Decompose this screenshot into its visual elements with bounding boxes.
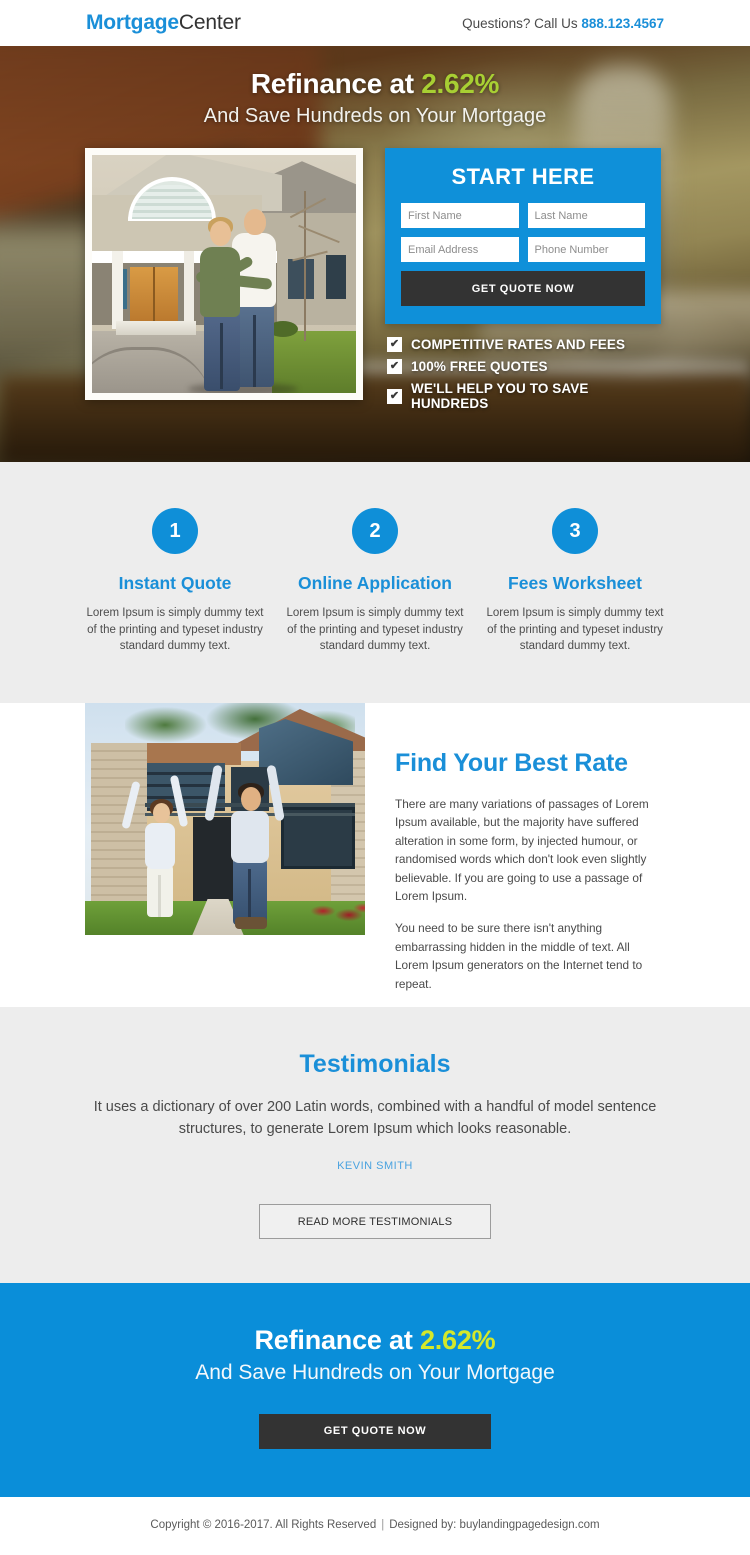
- email-input[interactable]: [401, 237, 519, 263]
- landing-page: MortgageCenter Questions? Call Us 888.12…: [0, 0, 750, 1555]
- footer-separator: |: [381, 1518, 385, 1531]
- step-title: Fees Worksheet: [508, 573, 642, 593]
- step-number-badge: 2: [352, 508, 398, 554]
- step-description: Lorem Ipsum is simply dummy text of the …: [86, 607, 264, 653]
- check-icon: ✔: [387, 359, 402, 375]
- bottom-get-quote-now-button[interactable]: GET QUOTE NOW: [259, 1413, 491, 1449]
- benefit-label: WE'LL HELP YOU TO SAVE HUNDREDS: [411, 381, 589, 412]
- site-footer: Copyright © 2016-2017. All Rights Reserv…: [0, 1496, 750, 1555]
- read-more-testimonials-button[interactable]: READ MORE TESTIMONIALS: [259, 1204, 491, 1240]
- bottom-cta-subheadline: And Save Hundreds on Your Mortgage: [195, 1361, 555, 1385]
- testimonials-section: Testimonials It uses a dictionary of ove…: [0, 1006, 750, 1284]
- benefit-label: COMPETITIVE RATES AND FEES: [411, 337, 626, 353]
- check-icon: ✔: [387, 337, 402, 353]
- phone-number-link[interactable]: 888.123.4567: [581, 16, 664, 31]
- benefit-item: ✔ COMPETITIVE RATES AND FEES: [387, 337, 665, 353]
- step-number-badge: 1: [152, 508, 198, 554]
- jumping-couple-photo: [85, 703, 365, 936]
- benefit-item: ✔ 100% FREE QUOTES: [387, 359, 665, 375]
- rate-section-heading: Find Your Best Rate: [395, 749, 628, 778]
- footer-credit[interactable]: Designed by: buylandingpagedesign.com: [389, 1519, 599, 1531]
- step-item-2: 2 Online Application Lorem Ipsum is simp…: [275, 508, 475, 655]
- steps-section: 1 Instant Quote Lorem Ipsum is simply du…: [0, 462, 750, 704]
- hero-photo-frame: [85, 148, 363, 401]
- call-us-block: Questions? Call Us 888.123.4567: [462, 16, 664, 31]
- bottom-cta-section: Refinance at 2.62% And Save Hundreds on …: [0, 1283, 750, 1497]
- benefit-label: 100% FREE QUOTES: [411, 359, 548, 375]
- site-header: MortgageCenter Questions? Call Us 888.12…: [0, 0, 750, 46]
- hero-benefits-list: ✔ COMPETITIVE RATES AND FEES ✔ 100% FREE…: [385, 337, 665, 411]
- lead-capture-form: START HERE GET QUOTE NOW: [385, 148, 661, 325]
- step-title: Online Application: [298, 573, 452, 593]
- hero-rate-value: 2.62%: [421, 68, 500, 99]
- hero-headline-prefix: Refinance at: [250, 68, 422, 99]
- testimonial-author: KEVIN SMITH: [337, 1160, 413, 1173]
- benefit-item: ✔ WE'LL HELP YOU TO SAVE HUNDREDS: [387, 381, 665, 411]
- check-icon: ✔: [387, 388, 402, 404]
- first-name-input[interactable]: [401, 203, 519, 229]
- logo-primary-text: Mortgage: [86, 11, 179, 34]
- couple-house-photo: [92, 155, 356, 394]
- footer-copyright: Copyright © 2016-2017. All Rights Reserv…: [150, 1518, 377, 1531]
- hero-headline: Refinance at 2.62%: [0, 68, 750, 100]
- phone-input[interactable]: [527, 237, 645, 263]
- bottom-cta-rate-value: 2.62%: [419, 1325, 496, 1356]
- testimonials-heading: Testimonials: [299, 1049, 451, 1078]
- testimonial-quote: It uses a dictionary of over 200 Latin w…: [93, 1098, 657, 1137]
- bottom-cta-prefix: Refinance at: [254, 1325, 420, 1356]
- call-us-label: Questions? Call Us: [462, 15, 582, 31]
- get-quote-now-button[interactable]: GET QUOTE NOW: [401, 271, 645, 307]
- step-number-badge: 3: [552, 508, 598, 554]
- step-description: Lorem Ipsum is simply dummy text of the …: [486, 607, 664, 653]
- last-name-input[interactable]: [527, 203, 645, 229]
- step-title: Instant Quote: [118, 573, 232, 593]
- bottom-cta-headline: Refinance at 2.62%: [0, 1325, 750, 1356]
- step-description: Lorem Ipsum is simply dummy text of the …: [286, 607, 464, 653]
- find-best-rate-section: Find Your Best Rate There are many varia…: [0, 703, 750, 1007]
- rate-paragraph-1: There are many variations of passages of…: [395, 797, 649, 903]
- step-item-1: 1 Instant Quote Lorem Ipsum is simply du…: [75, 508, 275, 655]
- site-logo[interactable]: MortgageCenter: [86, 11, 241, 35]
- footer-text: Copyright © 2016-2017. All Rights Reserv…: [0, 1519, 750, 1531]
- step-item-3: 3 Fees Worksheet Lorem Ipsum is simply d…: [475, 508, 675, 655]
- logo-secondary-text: Center: [178, 11, 241, 34]
- form-title: START HERE: [451, 164, 595, 190]
- hero-section: Refinance at 2.62% And Save Hundreds on …: [0, 46, 750, 462]
- rate-paragraph-2: You need to be sure there isn't anything…: [395, 921, 643, 991]
- hero-subheadline: And Save Hundreds on Your Mortgage: [203, 105, 547, 128]
